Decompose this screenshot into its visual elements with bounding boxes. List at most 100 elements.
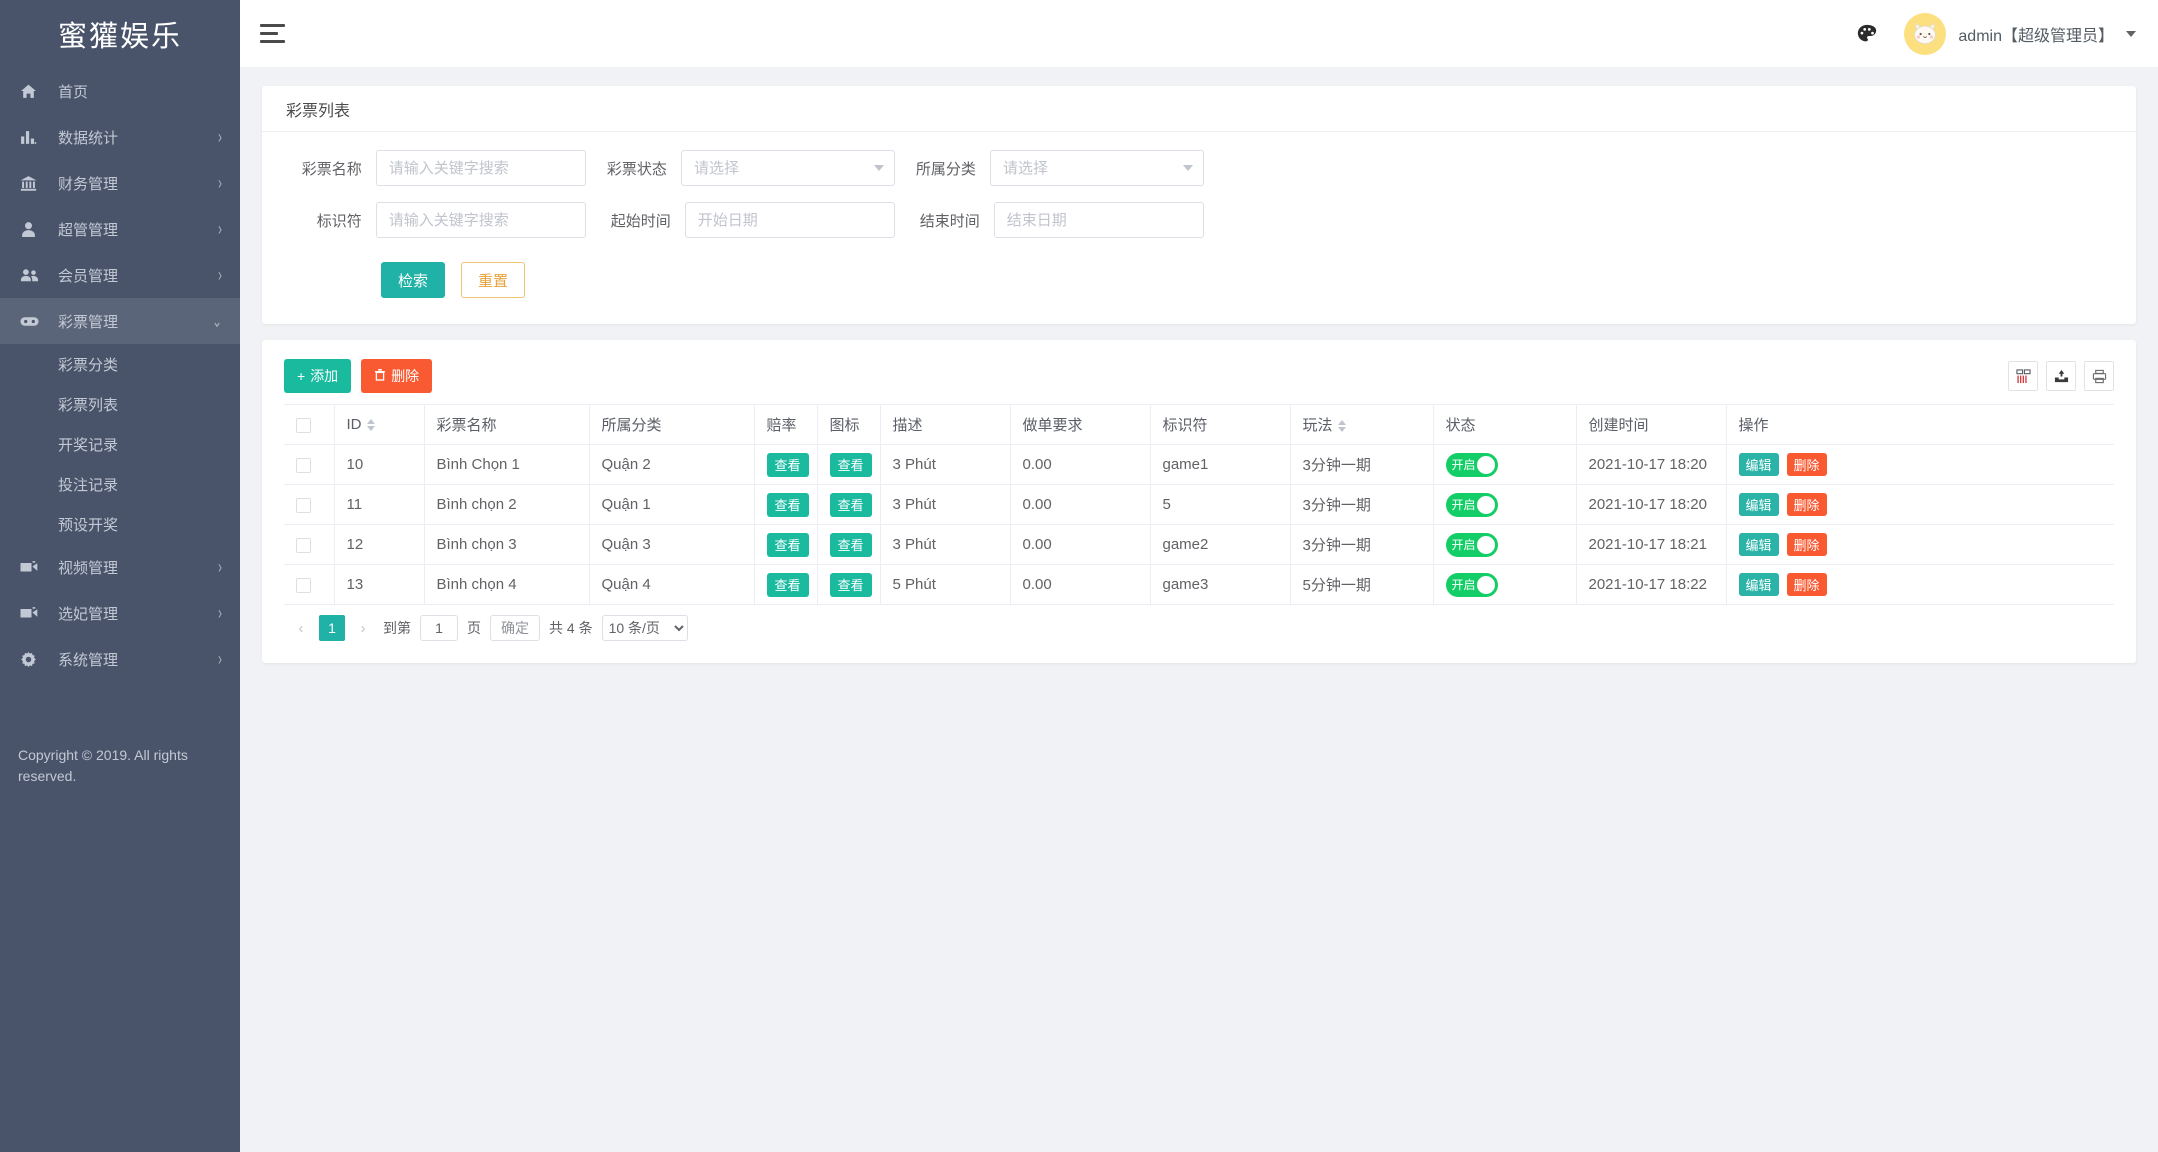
search-field-label-4: 起始时间 bbox=[595, 210, 685, 231]
row-delete-button[interactable]: 删除 bbox=[1787, 573, 1827, 596]
row-checkbox[interactable] bbox=[296, 458, 311, 473]
view-odds-button[interactable]: 查看 bbox=[767, 573, 809, 597]
jump-confirm-button[interactable]: 确定 bbox=[490, 615, 540, 641]
table-header-play[interactable]: 玩法 bbox=[1290, 405, 1433, 445]
sidebar-subitem-3[interactable]: 投注记录 bbox=[0, 464, 240, 504]
cell-status: 开启 bbox=[1433, 485, 1576, 525]
sidebar-item-main-2[interactable]: 财务管理› bbox=[0, 160, 240, 206]
row-delete-button[interactable]: 删除 bbox=[1787, 453, 1827, 476]
table-header-id[interactable]: ID bbox=[334, 405, 424, 445]
add-button[interactable]: + 添加 bbox=[284, 359, 351, 393]
sidebar-item-main-5[interactable]: 彩票管理⌄ bbox=[0, 298, 240, 344]
sidebar-item-main-3[interactable]: 超管管理› bbox=[0, 206, 240, 252]
view-icon-button[interactable]: 查看 bbox=[830, 453, 872, 477]
table-body: 10Bình Chọn 1Quận 2查看查看3 Phút0.00game13分… bbox=[284, 445, 2114, 605]
search-field-group-4: 起始时间 bbox=[595, 202, 895, 238]
row-checkbox[interactable] bbox=[296, 538, 311, 553]
view-icon-button[interactable]: 查看 bbox=[830, 533, 872, 557]
table-header-label: 玩法 bbox=[1303, 417, 1333, 434]
status-toggle[interactable]: 开启 bbox=[1446, 533, 1498, 557]
edit-button[interactable]: 编辑 bbox=[1739, 453, 1779, 476]
edit-button[interactable]: 编辑 bbox=[1739, 493, 1779, 516]
sidebar-subitem-0[interactable]: 彩票分类 bbox=[0, 344, 240, 384]
view-icon-button[interactable]: 查看 bbox=[830, 573, 872, 597]
cell-requirement: 0.00 bbox=[1010, 565, 1150, 605]
view-odds-button[interactable]: 查看 bbox=[767, 493, 809, 517]
row-checkbox[interactable] bbox=[296, 578, 311, 593]
sidebar-copyright: Copyright © 2019. All rights reserved. bbox=[18, 745, 222, 787]
export-icon[interactable] bbox=[2046, 361, 2076, 391]
cell-category-value: Quận 4 bbox=[602, 576, 651, 593]
page-number-1[interactable]: 1 bbox=[319, 615, 345, 641]
sidebar-item-main-4[interactable]: 会员管理› bbox=[0, 252, 240, 298]
cell-name-value: Bình chọn 4 bbox=[437, 576, 517, 593]
view-icon-button[interactable]: 查看 bbox=[830, 493, 872, 517]
next-page-button[interactable]: › bbox=[352, 615, 374, 641]
gamepad-icon bbox=[20, 312, 46, 330]
jump-page-input[interactable] bbox=[420, 615, 458, 641]
sort-icon[interactable] bbox=[367, 419, 375, 431]
sidebar-item-after-0[interactable]: 视频管理› bbox=[0, 544, 240, 590]
sidebar-item-main-1[interactable]: 数据统计› bbox=[0, 114, 240, 160]
select-all-checkbox[interactable] bbox=[296, 418, 311, 433]
hamburger-icon[interactable] bbox=[260, 21, 290, 47]
prev-page-button[interactable]: ‹ bbox=[290, 615, 312, 641]
chevron-icon: › bbox=[218, 174, 222, 192]
status-toggle[interactable]: 开启 bbox=[1446, 573, 1498, 597]
table-header-odds: 赔率 bbox=[754, 405, 817, 445]
table-header-label: 操作 bbox=[1739, 417, 1769, 434]
table-header-label: 所属分类 bbox=[602, 417, 662, 434]
search-field-control-3 bbox=[376, 202, 586, 238]
chevron-down-icon[interactable] bbox=[2126, 31, 2136, 37]
search-field-input-3[interactable] bbox=[376, 202, 586, 238]
cell-name: Bình chọn 3 bbox=[424, 525, 589, 565]
search-field-input-2[interactable] bbox=[990, 150, 1204, 186]
search-buttons: 检索 重置 bbox=[286, 262, 2112, 298]
print-icon[interactable] bbox=[2084, 361, 2114, 391]
search-field-input-1[interactable] bbox=[681, 150, 895, 186]
page-title: 彩票列表 bbox=[286, 97, 350, 121]
status-toggle-label: 开启 bbox=[1452, 536, 1476, 553]
table-header-action: 操作 bbox=[1726, 405, 2114, 445]
view-odds-button[interactable]: 查看 bbox=[767, 533, 809, 557]
bulk-delete-button[interactable]: 删除 bbox=[361, 359, 432, 393]
status-toggle[interactable]: 开启 bbox=[1446, 493, 1498, 517]
palette-icon[interactable] bbox=[1856, 23, 1878, 45]
view-odds-button[interactable]: 查看 bbox=[767, 453, 809, 477]
sidebar-item-after-2[interactable]: 系统管理› bbox=[0, 636, 240, 682]
columns-icon[interactable] bbox=[2008, 361, 2038, 391]
toggle-knob bbox=[1477, 496, 1495, 514]
cell-description: 5 Phút bbox=[880, 565, 1010, 605]
main-content: 彩票列表 彩票名称彩票状态所属分类 标识符起始时间结束时间 检索 重置 + 添加 bbox=[240, 68, 2158, 1152]
sidebar-item-label: 选妃管理 bbox=[58, 603, 218, 624]
search-field-label-5: 结束时间 bbox=[904, 210, 994, 231]
page-size-select[interactable]: 10 条/页20 条/页50 条/页100 条/页 bbox=[602, 615, 688, 641]
cell-created-value: 2021-10-17 18:20 bbox=[1589, 496, 1707, 513]
search-field-input-0[interactable] bbox=[376, 150, 586, 186]
user-menu[interactable]: admin【超级管理员】 bbox=[1904, 13, 2136, 55]
search-button[interactable]: 检索 bbox=[381, 262, 445, 298]
sidebar-subitem-2[interactable]: 开奖记录 bbox=[0, 424, 240, 464]
sidebar-subitem-4[interactable]: 预设开奖 bbox=[0, 504, 240, 544]
search-field-control-1 bbox=[681, 150, 895, 186]
row-delete-button[interactable]: 删除 bbox=[1787, 493, 1827, 516]
status-toggle[interactable]: 开启 bbox=[1446, 453, 1498, 477]
edit-button[interactable]: 编辑 bbox=[1739, 573, 1779, 596]
sort-icon[interactable] bbox=[1338, 420, 1346, 432]
table-header-label: 状态 bbox=[1446, 417, 1476, 434]
reset-button[interactable]: 重置 bbox=[461, 262, 525, 298]
video-icon bbox=[20, 558, 46, 576]
home-icon bbox=[20, 82, 46, 100]
search-field-input-4[interactable] bbox=[685, 202, 895, 238]
sidebar-item-main-0[interactable]: 首页 bbox=[0, 68, 240, 114]
row-checkbox[interactable] bbox=[296, 498, 311, 513]
cell-description-value: 3 Phút bbox=[893, 536, 936, 553]
edit-button[interactable]: 编辑 bbox=[1739, 533, 1779, 556]
sidebar-subitem-1[interactable]: 彩票列表 bbox=[0, 384, 240, 424]
user-icon bbox=[20, 220, 46, 238]
sidebar-item-after-1[interactable]: 选妃管理› bbox=[0, 590, 240, 636]
row-delete-button[interactable]: 删除 bbox=[1787, 533, 1827, 556]
cell-play-value: 3分钟一期 bbox=[1303, 457, 1371, 474]
cell-flag: game2 bbox=[1150, 525, 1290, 565]
search-field-input-5[interactable] bbox=[994, 202, 1204, 238]
